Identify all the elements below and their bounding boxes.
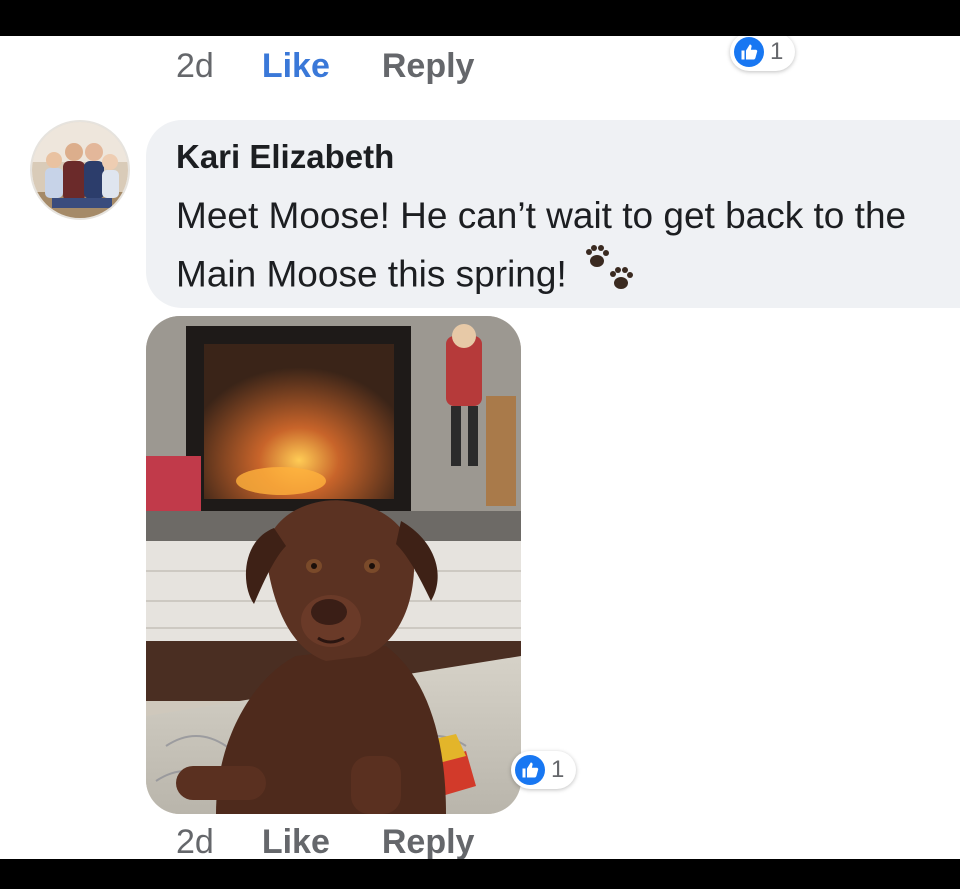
comment-actions: 2d Like Reply (176, 822, 475, 860)
previous-comment-reaction-number: 1 (770, 38, 784, 65)
comment-timestamp: 2d (176, 822, 214, 860)
comment-body: Meet Moose! He can’t wait to get back to… (176, 195, 907, 295)
comment-thread: 2d Like Reply 1 Kari Elizabeth Meet Moos… (0, 36, 960, 859)
avatar-family-photo (32, 122, 128, 218)
comment-photo-attachment[interactable] (146, 316, 521, 814)
comment-reply-link[interactable]: Reply (382, 823, 475, 860)
previous-comment-timestamp: 2d (176, 46, 214, 85)
dog-photo (146, 316, 521, 814)
comment-reaction-number: 1 (551, 756, 565, 783)
comment-text: Meet Moose! He can’t wait to get back to… (176, 188, 960, 310)
bottom-bar (0, 859, 960, 889)
paw-prints-icon (583, 243, 637, 310)
thumbs-up-icon (515, 755, 545, 785)
previous-comment-like-link[interactable]: Like (262, 47, 330, 86)
comment-like-link[interactable]: Like (262, 823, 330, 860)
previous-comment-reaction-count[interactable]: 1 (730, 36, 796, 71)
thumbs-up-icon (734, 37, 764, 67)
comment-author-name[interactable]: Kari Elizabeth (176, 138, 394, 176)
previous-comment-reply-link[interactable]: Reply (382, 47, 475, 86)
comment-reaction-count[interactable]: 1 (511, 751, 577, 789)
previous-comment-actions: 2d Like Reply (176, 46, 474, 86)
comment-bubble: Kari Elizabeth Meet Moose! He can’t wait… (146, 120, 960, 308)
avatar[interactable] (30, 120, 130, 220)
